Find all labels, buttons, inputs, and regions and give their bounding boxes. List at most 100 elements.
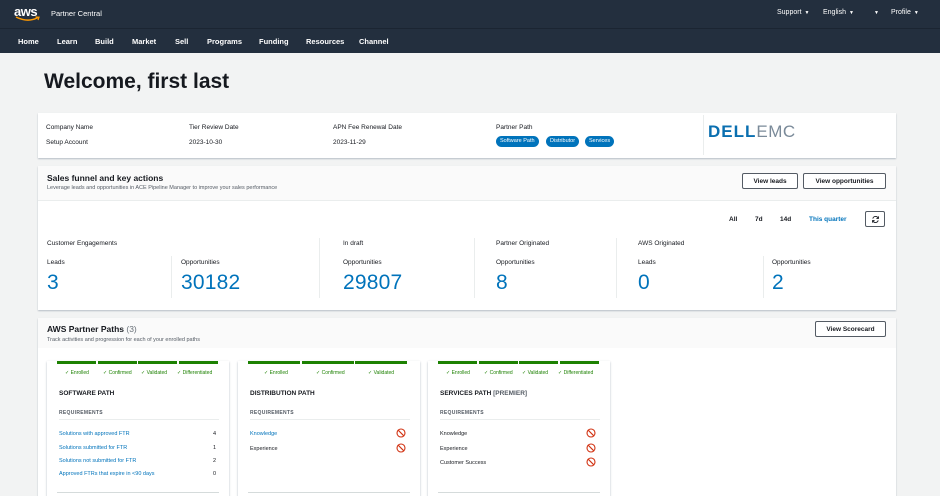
notifications-menu[interactable]: ▼: [871, 9, 879, 16]
distribution-path-card[interactable]: ✓ Enrolled ✓ Confirmed ✓ Validated DISTR…: [238, 361, 420, 496]
requirements-heading: REQUIREMENTS: [59, 410, 103, 416]
nav-funding[interactable]: Funding: [259, 37, 289, 46]
nav-channel[interactable]: Channel: [359, 37, 389, 46]
metric-opportunities-label: Opportunities: [181, 259, 220, 266]
profile-menu[interactable]: Profile ▼: [891, 9, 919, 16]
path-title: SERVICES PATH [PREMIER]: [440, 390, 527, 397]
partner-paths-header: [38, 318, 896, 348]
metric-aws-opportunities-label: Opportunities: [772, 259, 811, 266]
aws-logo[interactable]: aws: [14, 4, 44, 22]
metric-aws-leads-label: Leads: [638, 259, 656, 266]
company-name-label: Company Name: [46, 124, 93, 131]
req-expiring-ftr-count: 0: [213, 471, 217, 477]
step-validated: ✓ Validated: [368, 370, 395, 376]
view-scorecard-button[interactable]: View Scorecard: [815, 321, 886, 337]
language-menu[interactable]: English ▼: [823, 9, 854, 16]
path-badge-distributor[interactable]: Distributor: [546, 136, 580, 147]
sales-funnel-subtitle: Leverage leads and opportunities in ACE …: [47, 185, 278, 191]
step-validated: ✓ Validated: [522, 370, 549, 376]
metric-draft-opportunities-label: Opportunities: [343, 259, 382, 266]
nav-resources[interactable]: Resources: [306, 37, 344, 46]
top-bar: aws Partner Central Support ▼ English ▼ ▼ …: [0, 0, 940, 28]
metric-partner-opportunities-value[interactable]: 8: [496, 271, 508, 295]
requirements-heading: REQUIREMENTS: [250, 410, 294, 416]
nav-learn[interactable]: Learn: [57, 37, 77, 46]
metric-draft-opportunities-value[interactable]: 29807: [343, 271, 402, 295]
nav-home[interactable]: Home: [18, 37, 39, 46]
services-path-card[interactable]: ✓ Enrolled ✓ Confirmed ✓ Validated ✓ Dif…: [428, 361, 610, 496]
chevron-down-icon: ▼: [913, 10, 919, 16]
path-progress-bar: [438, 361, 599, 364]
partner-paths-title: AWS Partner Paths (3): [47, 324, 137, 334]
support-menu[interactable]: Support ▼: [777, 9, 809, 16]
language-label: English: [823, 9, 846, 16]
card-footer-divider: [248, 492, 410, 493]
req-knowledge[interactable]: Knowledge: [250, 431, 277, 437]
req-not-submitted-ftr-count: 2: [213, 458, 217, 464]
req-expiring-ftr[interactable]: Approved FTRs that expire in <90 days: [59, 471, 155, 477]
apn-renewal-value: 2023-11-29: [333, 139, 366, 146]
requirements-divider: [440, 419, 600, 420]
metric-divider: [171, 256, 172, 298]
range-14d[interactable]: 14d: [780, 216, 791, 223]
group-divider: [474, 238, 475, 298]
company-logo: DELLEMC: [708, 122, 796, 142]
req-experience: Experience: [440, 446, 468, 452]
req-submitted-ftr-count: 1: [213, 445, 217, 451]
metric-aws-opportunities-value[interactable]: 2: [772, 271, 784, 295]
chevron-down-icon: ▼: [804, 10, 810, 16]
software-path-card[interactable]: ✓ Enrolled ✓ Confirmed ✓ Validated ✓ Dif…: [47, 361, 229, 496]
support-label: Support: [777, 9, 802, 16]
view-opportunities-button[interactable]: View opportunities: [803, 173, 886, 189]
req-submitted-ftr[interactable]: Solutions submitted for FTR: [59, 445, 127, 451]
step-enrolled: ✓ Enrolled: [65, 370, 89, 376]
refresh-button[interactable]: [865, 211, 885, 227]
metric-partner-opportunities-label: Opportunities: [496, 259, 535, 266]
not-met-icon: [586, 443, 596, 453]
step-enrolled: ✓ Enrolled: [446, 370, 470, 376]
nav-market[interactable]: Market: [132, 37, 156, 46]
chevron-down-icon: ▼: [848, 10, 854, 16]
partner-paths-subtitle: Track activities and progression for eac…: [47, 337, 200, 343]
apn-renewal-label: APN Fee Renewal Date: [333, 124, 403, 131]
metric-leads-value[interactable]: 3: [47, 271, 59, 295]
step-enrolled: ✓ Enrolled: [264, 370, 288, 376]
path-badge-services[interactable]: Services: [585, 136, 615, 147]
partner-path-label: Partner Path: [496, 124, 533, 131]
card-footer-divider: [57, 492, 219, 493]
requirements-divider: [59, 419, 219, 420]
metric-aws-leads-value[interactable]: 0: [638, 271, 650, 295]
main-nav: Home Learn Build Market Sell Programs Fu…: [0, 28, 940, 53]
req-approved-ftr-count: 4: [213, 431, 217, 437]
tier-review-label: Tier Review Date: [189, 124, 239, 131]
nav-sell[interactable]: Sell: [175, 37, 188, 46]
group-partner-originated: Partner Originated: [496, 240, 550, 247]
req-approved-ftr[interactable]: Solutions with approved FTR: [59, 431, 130, 437]
step-confirmed: ✓ Confirmed: [484, 370, 513, 376]
metric-opportunities-value[interactable]: 30182: [181, 271, 240, 295]
partner-paths-title-text: AWS Partner Paths: [47, 324, 124, 334]
path-progress-bar: [57, 361, 218, 364]
step-confirmed: ✓ Confirmed: [316, 370, 345, 376]
path-tier-tag: [PREMIER]: [493, 390, 528, 397]
nav-build[interactable]: Build: [95, 37, 114, 46]
requirements-heading: REQUIREMENTS: [440, 410, 484, 416]
metric-leads-label: Leads: [47, 259, 65, 266]
app-title: Partner Central: [51, 9, 102, 18]
nav-programs[interactable]: Programs: [207, 37, 242, 46]
view-leads-button[interactable]: View leads: [742, 173, 798, 189]
req-not-submitted-ftr[interactable]: Solutions not submitted for FTR: [59, 458, 136, 464]
range-7d[interactable]: 7d: [755, 216, 763, 223]
path-title: SOFTWARE PATH: [59, 390, 115, 397]
step-differentiated: ✓ Differentiated: [177, 370, 213, 376]
path-badge-software[interactable]: Software Path: [496, 136, 539, 147]
range-all[interactable]: All: [729, 216, 737, 223]
not-met-icon: [586, 428, 596, 438]
range-this-quarter[interactable]: This quarter: [809, 216, 847, 223]
not-met-icon: [396, 428, 406, 438]
group-customer-engagements: Customer Engagements: [47, 240, 118, 247]
not-met-icon: [586, 457, 596, 467]
sales-funnel-title: Sales funnel and key actions: [47, 173, 164, 183]
company-logo-primary: DELL: [708, 122, 757, 141]
requirements-divider: [250, 419, 410, 420]
